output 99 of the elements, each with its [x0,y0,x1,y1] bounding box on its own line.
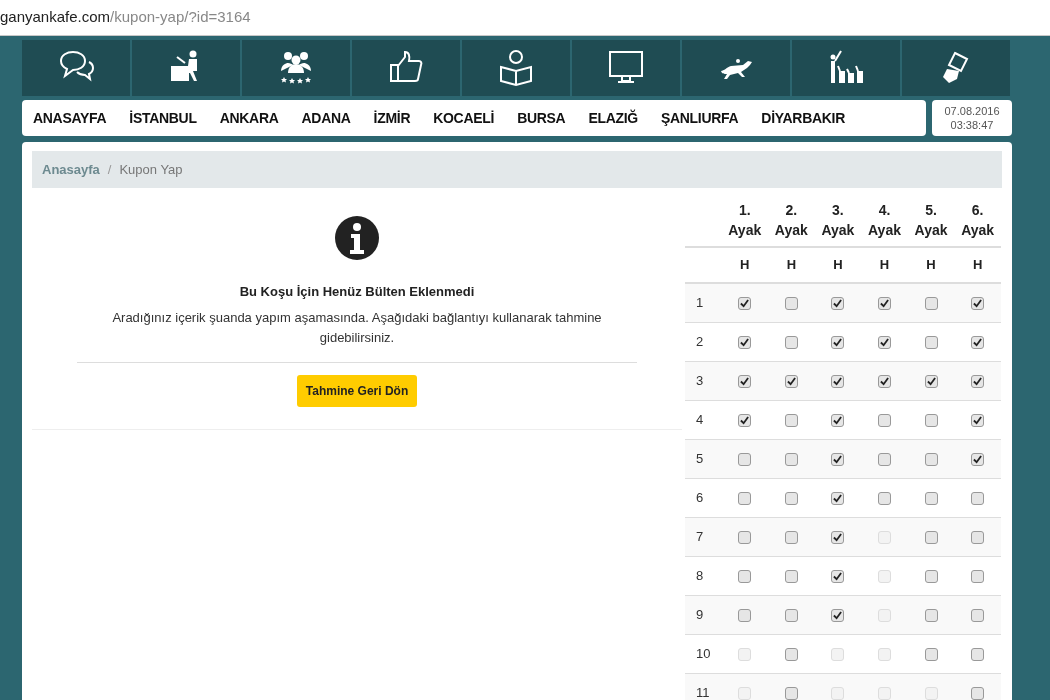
checkbox[interactable] [738,413,752,427]
checkbox[interactable] [971,491,985,505]
checkbox[interactable] [924,452,938,466]
checkbox[interactable] [738,608,752,622]
column-header: 6. Ayak [954,194,1001,247]
row-number: 1 [685,283,722,322]
checkbox[interactable] [738,297,752,311]
checkbox[interactable] [877,413,891,427]
nav-link[interactable]: ANKARA [219,106,279,130]
nav-link[interactable]: İSTANBUL [129,106,197,130]
checkbox[interactable] [924,608,938,622]
subheader-cell: H [814,247,862,283]
row-number: 11 [685,673,722,700]
checkbox[interactable] [924,297,938,311]
checkbox[interactable] [877,335,891,349]
checkbox[interactable] [784,686,798,700]
checkbox[interactable] [784,530,798,544]
checkbox[interactable] [877,297,891,311]
checkbox[interactable] [924,647,938,661]
checkbox[interactable] [784,491,798,505]
breadcrumb-separator: / [107,160,112,179]
checkbox[interactable] [784,608,798,622]
column-header: 2. Ayak [768,194,815,247]
nav-link[interactable]: KOCAELİ [433,106,495,130]
checkbox[interactable] [877,491,891,505]
checkbox[interactable] [831,530,845,544]
checkbox[interactable] [831,569,845,583]
nav-link[interactable]: ANASAYFA [33,106,107,130]
subheader-cell: H [721,247,769,283]
back-to-prediction-button[interactable]: Tahmine Geri Dön [296,374,418,407]
checkbox[interactable] [924,491,938,505]
checkbox[interactable] [738,452,752,466]
checkbox[interactable] [877,452,891,466]
nav-link[interactable]: ELAZIĞ [588,106,638,130]
row-number: 6 [685,478,722,517]
date-text: 07.08.2016 [944,104,1000,118]
checkbox[interactable] [971,335,985,349]
person-reading-icon[interactable] [497,49,535,87]
checkbox[interactable] [971,686,985,700]
checkbox[interactable] [784,452,798,466]
checkbox[interactable] [831,297,845,311]
subheader-cell: H [861,247,908,283]
checkbox[interactable] [971,569,985,583]
column-header: 4. Ayak [861,194,908,247]
checkbox[interactable] [831,413,845,427]
checkbox[interactable] [738,569,752,583]
subheader-cell: H [954,247,1001,283]
checkbox[interactable] [924,569,938,583]
row-number: 4 [685,400,722,439]
checkbox[interactable] [971,647,985,661]
subheader-cell: H [907,247,955,283]
row-number: 3 [685,361,722,400]
checkbox[interactable] [831,608,845,622]
checkbox[interactable] [971,608,985,622]
checkbox[interactable] [784,647,798,661]
nav-link[interactable]: İZMİR [373,106,411,130]
checkbox[interactable] [831,452,845,466]
checkbox[interactable] [784,413,798,427]
checkbox[interactable] [924,374,938,388]
nav-link[interactable]: ŞANLIURFA [660,106,739,130]
row-number: 7 [685,517,722,556]
checkbox[interactable] [784,569,798,583]
nav-link[interactable]: DİYARBAKIR [761,106,845,130]
checkbox[interactable] [877,374,891,388]
info-icon [335,216,379,260]
checkbox[interactable] [738,491,752,505]
checkbox[interactable] [971,452,985,466]
notice-title: Bu Koşu İçin Henüz Bülten Eklenmedi [239,283,475,301]
checkbox[interactable] [784,374,798,388]
checkbox[interactable] [971,530,985,544]
column-header: 3. Ayak [814,194,862,247]
checkbox[interactable] [831,374,845,388]
time-text: 03:38:47 [950,118,994,132]
subheader-cell: H [768,247,815,283]
row-number: 8 [685,556,722,595]
checkbox[interactable] [924,530,938,544]
checkbox[interactable] [971,297,985,311]
row-number: 9 [685,595,722,634]
checkbox[interactable] [924,335,938,349]
checkbox[interactable] [738,530,752,544]
checkbox[interactable] [784,335,798,349]
checkbox[interactable] [738,335,752,349]
checkbox[interactable] [924,413,938,427]
checkbox[interactable] [738,374,752,388]
column-header: 1. Ayak [721,194,769,247]
row-number: 10 [685,634,722,673]
checkbox[interactable] [831,491,845,505]
checkbox[interactable] [784,297,798,311]
nav-link[interactable]: ADANA [301,106,351,130]
notice-message: Aradığınız içerik şuanda yapım aşamasında. Aşağıdaki bağlantıyı kullanarak tahmine gidebilirsiniz. [77,307,637,363]
column-header: 5. Ayak [907,194,955,247]
checkbox[interactable] [971,413,985,427]
breadcrumb-current: Kupon Yap [119,160,183,179]
row-number: 5 [685,439,722,478]
nav-link[interactable]: BURSA [517,106,566,130]
checkbox[interactable] [831,335,845,349]
row-number: 2 [685,322,722,361]
checkbox[interactable] [971,374,985,388]
address-bar[interactable]: ganyankafe.com/kupon-yap/?id=3164 [0,0,1050,36]
